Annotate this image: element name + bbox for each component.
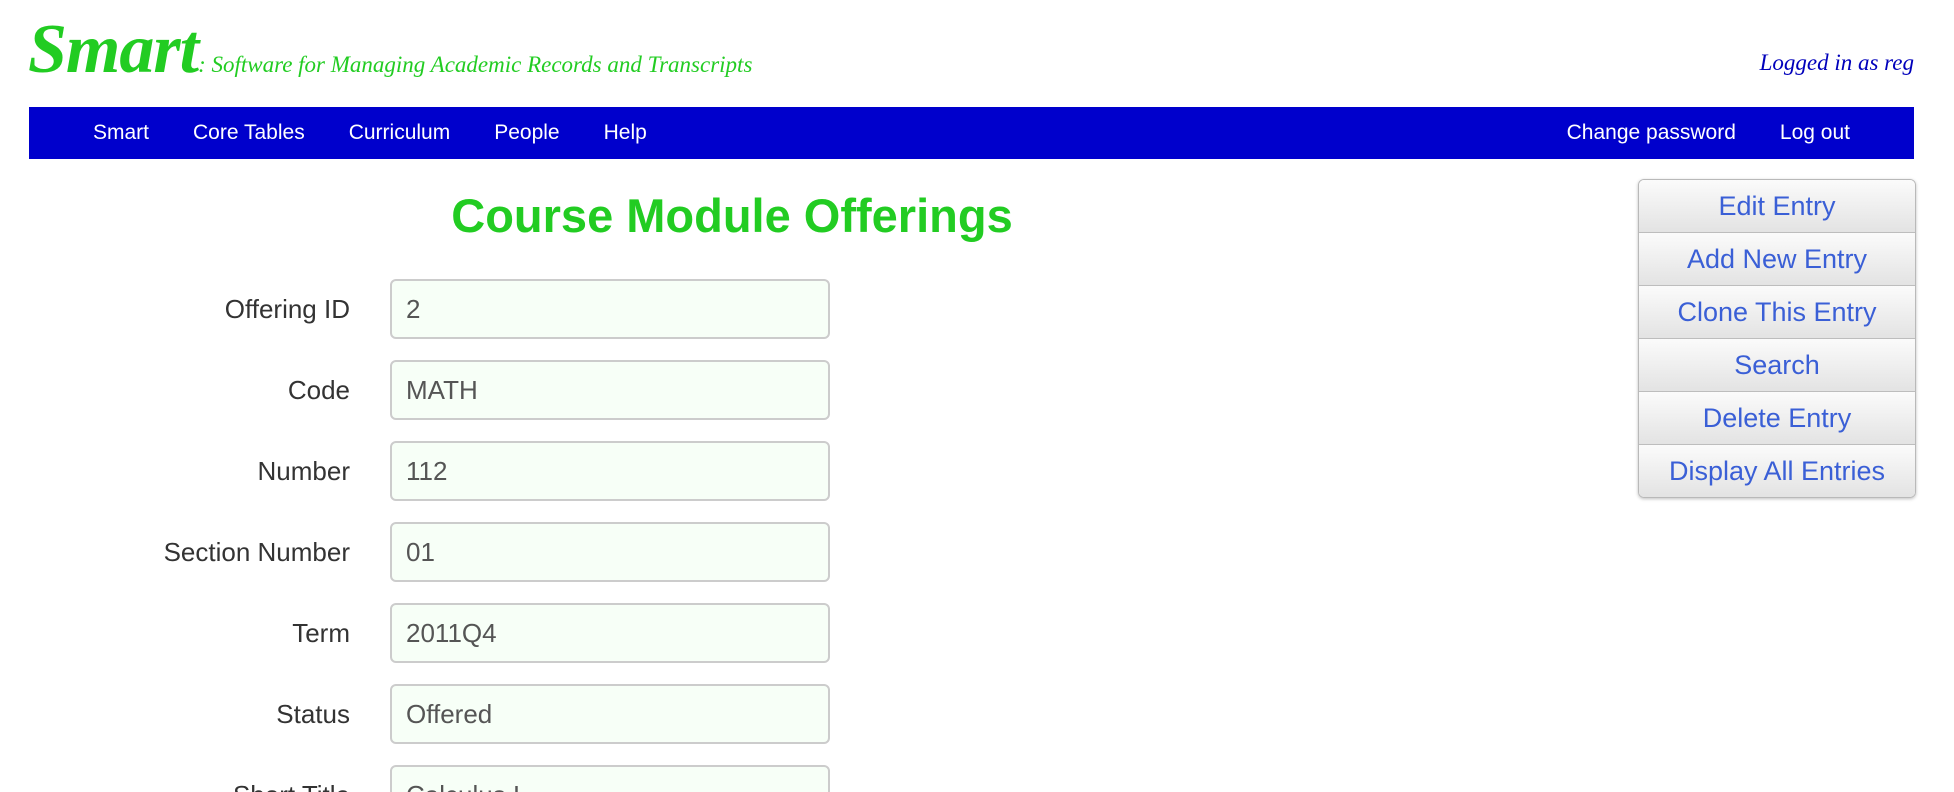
nav-left-group: Smart Core Tables Curriculum People Help	[93, 107, 691, 159]
form-row-number: Number	[0, 441, 840, 501]
nav-item-help[interactable]: Help	[604, 121, 647, 145]
page-title: Course Module Offerings	[451, 189, 1013, 242]
form-row-short-title: Short Title	[0, 765, 840, 792]
app-brand: Smart: Software for Managing Academic Re…	[28, 6, 752, 94]
form-row-term: Term	[0, 603, 840, 663]
section-number-label: Section Number	[163, 537, 350, 567]
edit-entry-button[interactable]: Edit Entry	[1639, 180, 1915, 233]
offering-id-field[interactable]	[390, 279, 830, 339]
short-title-field[interactable]	[390, 765, 830, 792]
nav-right-group: Change password Log out	[1523, 107, 1850, 159]
nav-item-change-password[interactable]: Change password	[1567, 121, 1736, 145]
nav-item-smart[interactable]: Smart	[93, 121, 149, 145]
main-navbar: Smart Core Tables Curriculum People Help…	[29, 107, 1914, 159]
form-row-code: Code	[0, 360, 840, 420]
app-tagline: : Software for Managing Academic Records…	[198, 52, 753, 77]
number-field[interactable]	[390, 441, 830, 501]
nav-item-people[interactable]: People	[494, 121, 559, 145]
short-title-label: Short Title	[0, 765, 350, 792]
delete-entry-button[interactable]: Delete Entry	[1639, 392, 1915, 445]
status-label: Status	[276, 699, 350, 729]
status-field[interactable]	[390, 684, 830, 744]
clone-entry-button[interactable]: Clone This Entry	[1639, 286, 1915, 339]
code-field[interactable]	[390, 360, 830, 420]
login-status: Logged in as reg	[1759, 50, 1914, 75]
code-label: Code	[287, 375, 350, 405]
form-row-status: Status	[0, 684, 840, 744]
number-label: Number	[257, 456, 350, 486]
nav-item-core-tables[interactable]: Core Tables	[193, 121, 305, 145]
nav-item-curriculum[interactable]: Curriculum	[349, 121, 451, 145]
add-new-entry-button[interactable]: Add New Entry	[1639, 233, 1915, 286]
app-logo[interactable]: Smart	[28, 11, 199, 88]
term-field[interactable]	[390, 603, 830, 663]
entry-actions-menu: Edit Entry Add New Entry Clone This Entr…	[1638, 179, 1916, 498]
page: Smart: Software for Managing Academic Re…	[0, 0, 1954, 792]
term-label: Term	[292, 618, 350, 648]
section-number-field[interactable]	[390, 522, 830, 582]
form-row-offering-id: Offering ID	[0, 279, 840, 339]
nav-item-log-out[interactable]: Log out	[1780, 121, 1850, 145]
form-row-section-number: Section Number	[0, 522, 840, 582]
offering-id-label: Offering ID	[224, 294, 350, 324]
display-all-entries-button[interactable]: Display All Entries	[1639, 445, 1915, 497]
search-button[interactable]: Search	[1639, 339, 1915, 392]
